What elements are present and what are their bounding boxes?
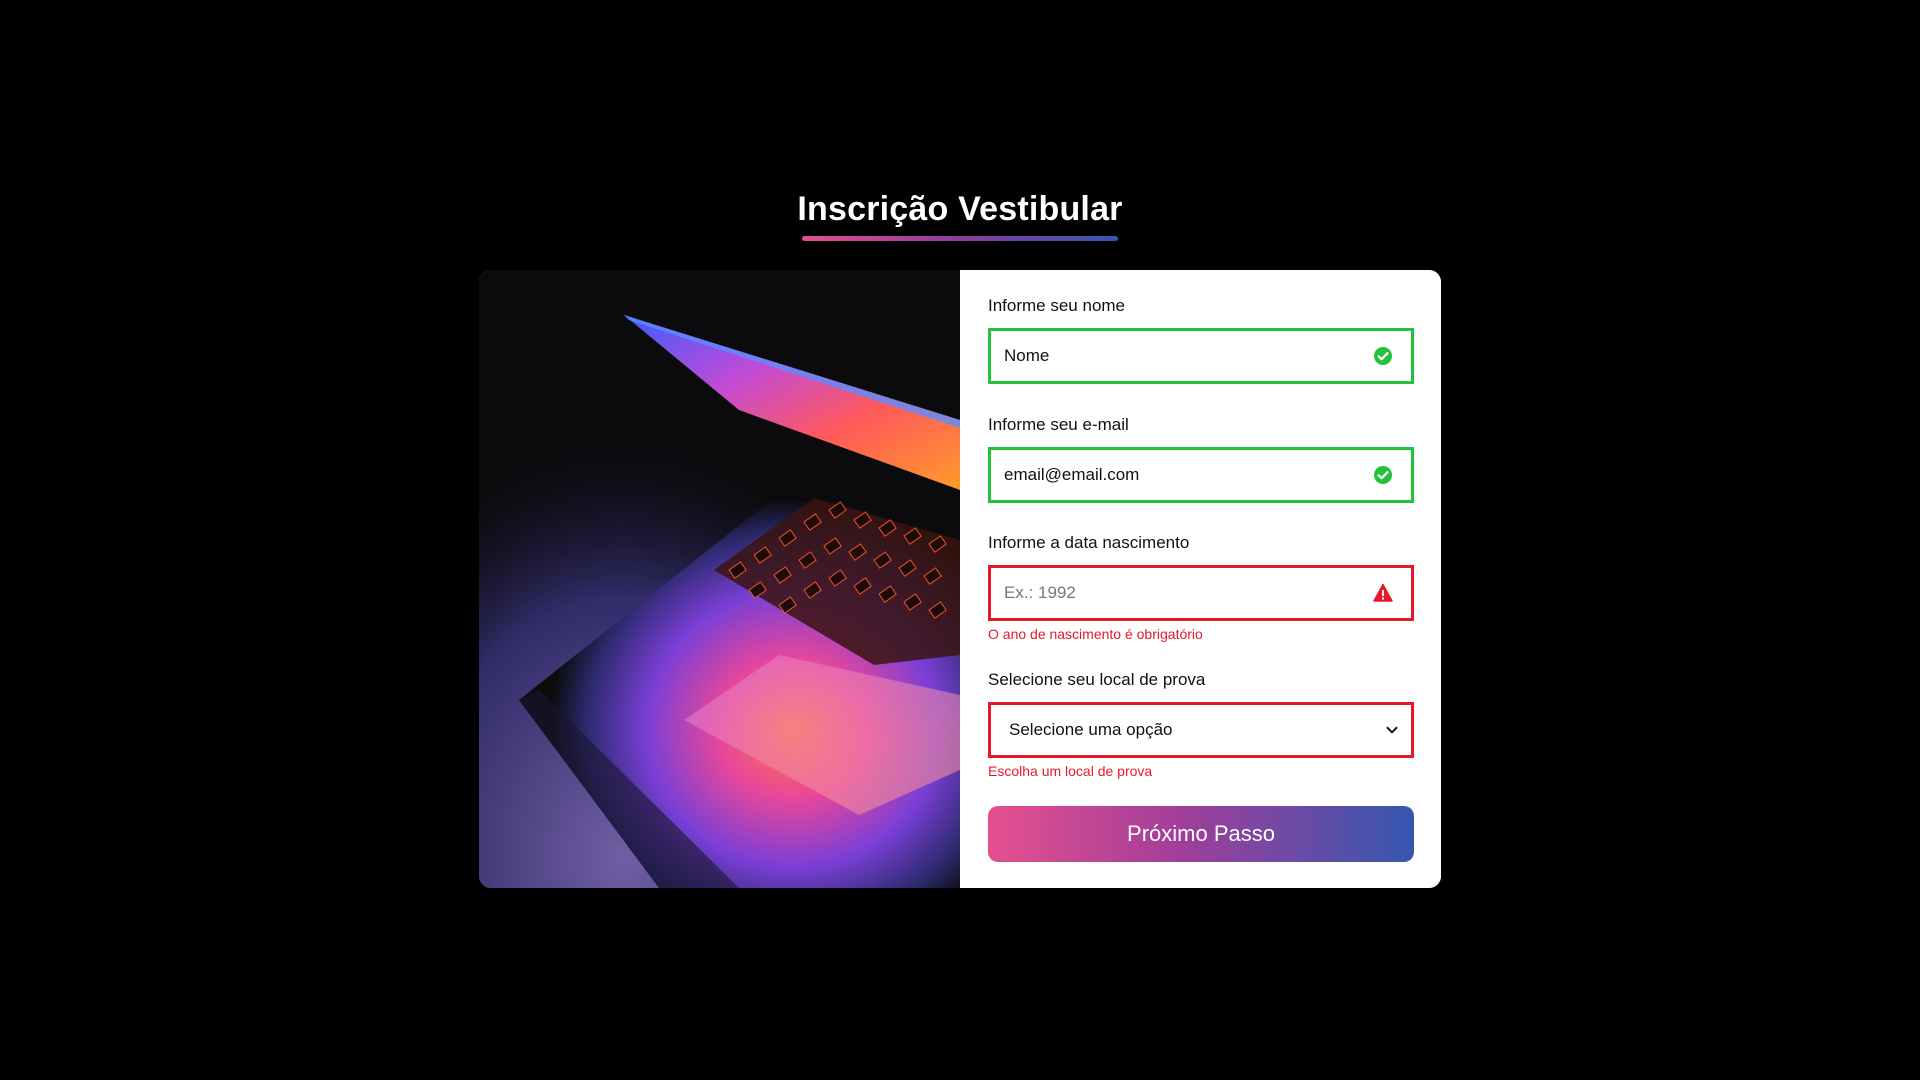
exam-location-label: Selecione seu local de prova <box>988 670 1206 689</box>
birth-year-field: Informe a data nascimento O ano de nasci… <box>988 533 1414 642</box>
birth-year-input-wrapper <box>988 565 1414 621</box>
name-field: Informe seu nome <box>988 296 1414 384</box>
laptop-photo <box>479 270 960 888</box>
email-label: Informe seu e-mail <box>988 415 1129 434</box>
exam-location-error: Escolha um local de prova <box>988 763 1153 779</box>
birth-year-input[interactable] <box>991 568 1411 618</box>
check-circle-icon <box>1374 466 1392 484</box>
page-title: Inscrição Vestibular <box>797 190 1123 228</box>
name-input-wrapper <box>988 328 1414 384</box>
exam-location-field: Selecione seu local de prova Selecione u… <box>988 670 1414 779</box>
next-step-button[interactable]: Próximo Passo <box>988 806 1414 862</box>
email-input-wrapper <box>988 447 1414 503</box>
exam-location-selected[interactable]: Selecione uma opção <box>991 705 1411 755</box>
form-panel: Informe seu nome Informe seu e-mail Info <box>960 270 1441 888</box>
chevron-down-icon <box>1386 726 1398 734</box>
registration-card: Informe seu nome Informe seu e-mail Info <box>479 270 1441 888</box>
exam-location-select[interactable]: Selecione uma opção <box>988 702 1414 758</box>
name-label: Informe seu nome <box>988 296 1126 315</box>
check-circle-icon <box>1374 347 1392 365</box>
email-field: Informe seu e-mail <box>988 415 1414 503</box>
title-underline <box>802 236 1118 241</box>
laptop-illustration <box>479 270 960 888</box>
name-input[interactable] <box>991 331 1411 381</box>
email-input[interactable] <box>991 450 1411 500</box>
warning-triangle-icon <box>1373 583 1393 602</box>
birth-year-error: O ano de nascimento é obrigatório <box>988 626 1203 642</box>
birth-year-label: Informe a data nascimento <box>988 533 1190 552</box>
